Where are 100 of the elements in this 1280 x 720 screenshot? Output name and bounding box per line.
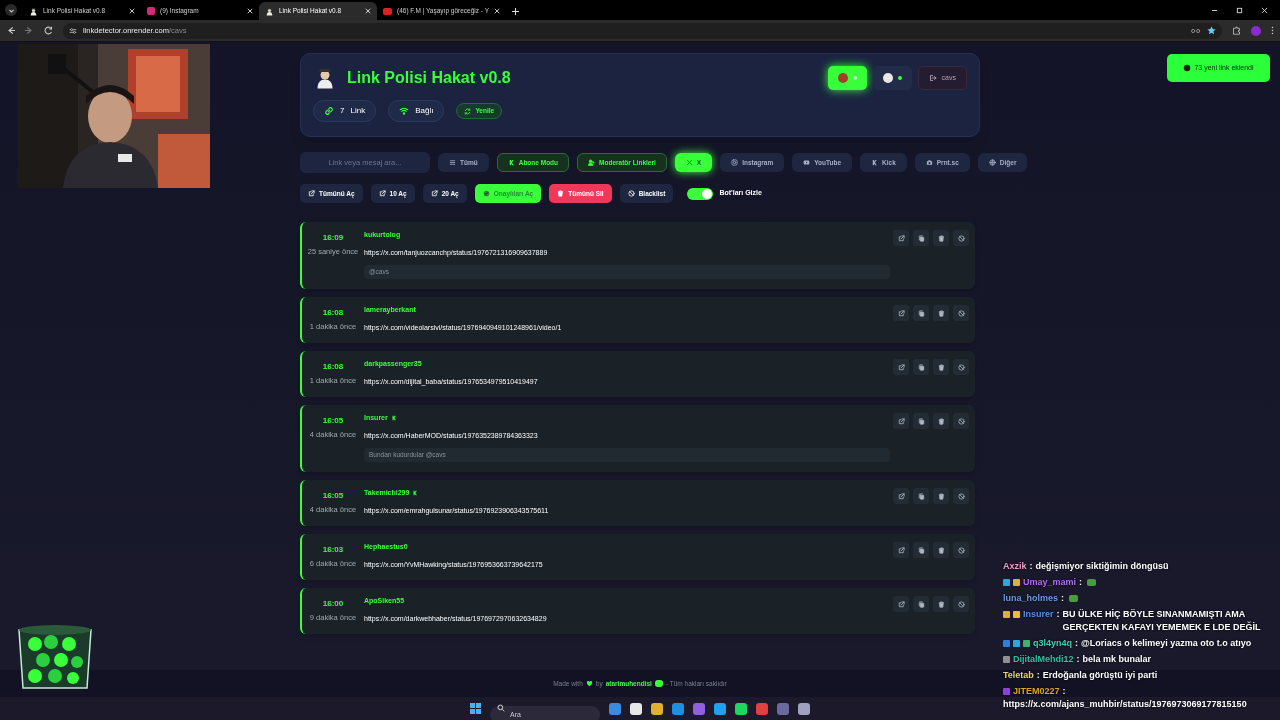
reload-icon[interactable]: [44, 26, 53, 35]
chat-username: DijitalMehdi12: [1013, 653, 1074, 666]
chat-separator: :: [1062, 685, 1066, 698]
link-icon: [324, 106, 334, 116]
trash-icon: [937, 600, 945, 608]
external-link-icon: [897, 309, 905, 317]
delete-button[interactable]: [933, 542, 949, 558]
delete-button[interactable]: [933, 596, 949, 612]
app-icon[interactable]: [630, 702, 642, 715]
delete-button[interactable]: [933, 359, 949, 375]
open-link-button[interactable]: [893, 596, 909, 612]
avatar-icon: [837, 73, 848, 83]
avatar-icon: [882, 73, 893, 83]
police-officer-icon: [265, 6, 274, 16]
forward-icon[interactable]: [25, 26, 34, 35]
chat-message: değişmiyor siktiğimin döngüsü: [1035, 560, 1170, 573]
block-button[interactable]: [953, 413, 969, 429]
toggle-switch[interactable]: [687, 187, 714, 200]
copy-icon: [917, 234, 925, 242]
external-link-icon: [897, 363, 905, 371]
app-icon[interactable]: [714, 702, 726, 715]
ban-icon: [957, 234, 965, 242]
external-link-icon: [430, 190, 438, 197]
close-icon[interactable]: [1261, 6, 1268, 14]
x-icon: [685, 159, 693, 166]
delete-button[interactable]: [933, 413, 949, 429]
trash-icon: [937, 417, 945, 425]
time-text: 16:03: [322, 544, 344, 556]
chat-message: @Loriacs o kelimeyi yazma oto t.o atıyo: [1081, 637, 1253, 650]
chat-separator: :: [1056, 608, 1060, 621]
new-tab-icon[interactable]: [512, 8, 519, 15]
refresh-icon: [464, 107, 472, 115]
delete-button[interactable]: [933, 230, 949, 246]
chat-username: Insurer: [1023, 608, 1054, 621]
chat-message: bela mk bunalar: [1082, 653, 1153, 666]
open-link-button[interactable]: [893, 542, 909, 558]
ban-icon: [627, 190, 635, 197]
account-button[interactable]: [872, 66, 912, 90]
chat-separator: :: [1061, 592, 1064, 605]
bookmark-star-icon[interactable]: [1207, 26, 1216, 35]
chat-username: luna_holmes: [1003, 592, 1058, 605]
chat-username: JITEM0227: [1013, 685, 1060, 698]
windows-icon[interactable]: [470, 703, 481, 714]
back-icon[interactable]: [6, 26, 15, 35]
copy-button[interactable]: [913, 305, 929, 321]
camera-outline-icon: [731, 159, 739, 166]
copy-button[interactable]: [913, 542, 929, 558]
copy-button[interactable]: [913, 488, 929, 504]
block-button[interactable]: [953, 305, 969, 321]
site-settings-icon[interactable]: [69, 26, 77, 35]
open-link-button[interactable]: [893, 359, 909, 375]
time-text: 16:08: [322, 307, 344, 319]
restore-icon[interactable]: [1236, 6, 1243, 14]
external-link-icon: [897, 234, 905, 242]
close-icon[interactable]: [247, 8, 253, 14]
block-button[interactable]: [953, 230, 969, 246]
block-button[interactable]: [953, 596, 969, 612]
wifi-icon: [399, 106, 410, 116]
close-icon[interactable]: [494, 8, 500, 14]
copy-icon: [917, 309, 925, 317]
app-icon[interactable]: [735, 702, 747, 715]
chat-username: q3l4yn4q: [1033, 637, 1072, 650]
open-link-button[interactable]: [893, 413, 909, 429]
chat-separator: :: [1075, 637, 1078, 650]
close-icon[interactable]: [365, 8, 371, 14]
chat-separator: :: [1076, 653, 1080, 666]
copy-button[interactable]: [913, 413, 929, 429]
copy-icon: [917, 546, 925, 554]
copy-icon: [917, 492, 925, 500]
copy-button[interactable]: [913, 596, 929, 612]
external-link-icon: [308, 190, 315, 197]
time-text: 16:05: [322, 415, 344, 427]
copy-button[interactable]: [913, 230, 929, 246]
block-button[interactable]: [953, 359, 969, 375]
delete-button[interactable]: [933, 305, 949, 321]
block-button[interactable]: [953, 488, 969, 504]
ban-icon: [957, 417, 965, 425]
key-icon[interactable]: [1191, 27, 1201, 34]
k-letter-icon: [507, 159, 515, 166]
app-icon[interactable]: [651, 702, 663, 715]
app-icon[interactable]: [798, 702, 810, 715]
block-button[interactable]: [953, 542, 969, 558]
chat-separator: :: [1036, 669, 1040, 682]
copy-icon: [917, 417, 925, 425]
close-icon[interactable]: [129, 8, 135, 14]
open-link-button[interactable]: [893, 305, 909, 321]
puzzle-icon[interactable]: [1232, 26, 1241, 35]
open-link-button[interactable]: [893, 488, 909, 504]
external-link-icon: [897, 492, 905, 500]
k-letter-icon: [871, 159, 879, 166]
external-link-icon: [897, 600, 905, 608]
open-link-button[interactable]: [893, 230, 909, 246]
ban-icon: [957, 363, 965, 371]
delete-button[interactable]: [933, 488, 949, 504]
copy-button[interactable]: [913, 359, 929, 375]
tab-list-button[interactable]: [5, 4, 17, 16]
chat-message: BU ÜLKE HİÇ BÖYLE SINANMAMIŞTI AMA GERÇEKTEN KAFAYI YEMEMEK E LDE DEĞİL: [1062, 608, 1262, 634]
search-icon: [497, 704, 505, 712]
trash-icon: [557, 190, 565, 197]
trash-icon: [937, 546, 945, 554]
